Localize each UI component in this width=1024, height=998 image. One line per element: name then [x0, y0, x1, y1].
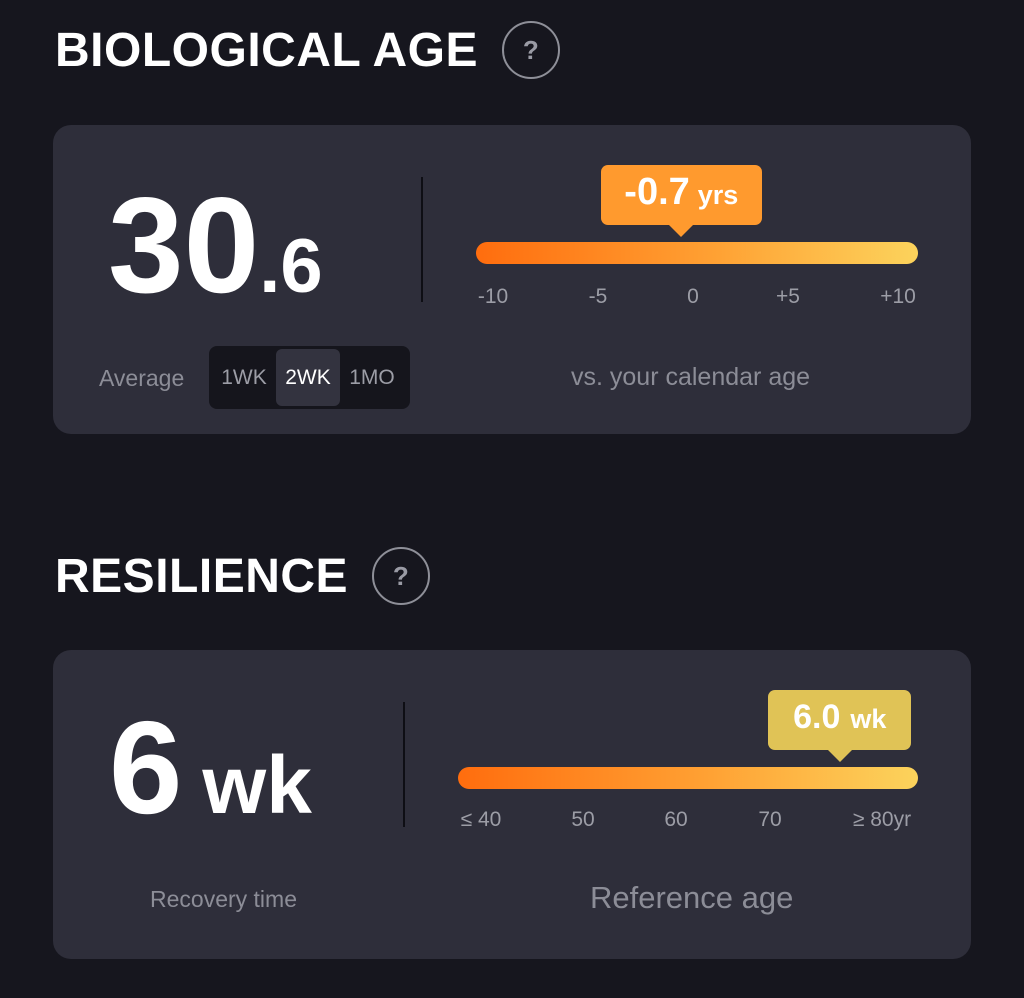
value-decimal: .6: [259, 224, 323, 309]
help-icon[interactable]: ?: [502, 21, 561, 79]
tick-label: ≤ 40: [460, 808, 502, 831]
help-icon[interactable]: ?: [372, 547, 431, 605]
divider: [403, 702, 405, 827]
resilience-number: 6: [109, 694, 183, 841]
tick-label: 0: [687, 285, 699, 308]
period-selector: 1WK 2WK 1MO: [209, 346, 410, 409]
badge-value: 6.0: [793, 698, 841, 736]
tick-label: +5: [776, 285, 800, 308]
recovery-badge: 6.0 wk: [768, 690, 912, 762]
period-1mo[interactable]: 1MO: [340, 349, 404, 406]
biological-age-header: BIOLOGICAL AGE ?: [55, 20, 561, 80]
resilience-unit: wk: [202, 740, 312, 831]
calendar-age-caption: vs. your calendar age: [571, 363, 811, 391]
resilience-value: 6 wk: [109, 702, 312, 834]
resilience-card: 6 wk Recovery time 6.0 wk ≤ 40 50 60 70 ≥…: [53, 650, 971, 959]
tick-label: -5: [588, 285, 608, 308]
delta-unit: yrs: [697, 180, 739, 210]
value-integer: 30: [108, 169, 260, 321]
resilience-header: RESILIENCE ?: [55, 546, 431, 606]
tick-label: ≥ 80yr: [852, 808, 912, 831]
tick-label: 50: [571, 808, 595, 831]
biological-age-card: 30.6 Average 1WK 2WK 1MO -0.7 yrs -10 -5…: [53, 125, 971, 434]
age-difference-bar: [476, 242, 918, 264]
biological-age-title: BIOLOGICAL AGE: [55, 23, 479, 77]
tick-label: 60: [664, 808, 688, 831]
tick-label: -10: [477, 285, 509, 308]
tick-label: 70: [758, 808, 782, 831]
reference-age-bar: [458, 767, 918, 789]
recovery-time-label: Recovery time: [150, 886, 297, 912]
period-2wk[interactable]: 2WK: [276, 349, 340, 406]
badge-unit: wk: [850, 704, 887, 734]
tick-label: +10: [880, 285, 916, 308]
reference-age-caption: Reference age: [590, 880, 794, 915]
period-1wk[interactable]: 1WK: [212, 349, 276, 406]
delta-value: -0.7: [624, 171, 690, 213]
delta-badge: -0.7 yrs: [600, 165, 762, 237]
average-label: Average: [99, 365, 185, 391]
resilience-title: RESILIENCE: [55, 549, 349, 603]
biological-age-value: 30.6: [108, 177, 323, 313]
divider: [421, 177, 423, 302]
